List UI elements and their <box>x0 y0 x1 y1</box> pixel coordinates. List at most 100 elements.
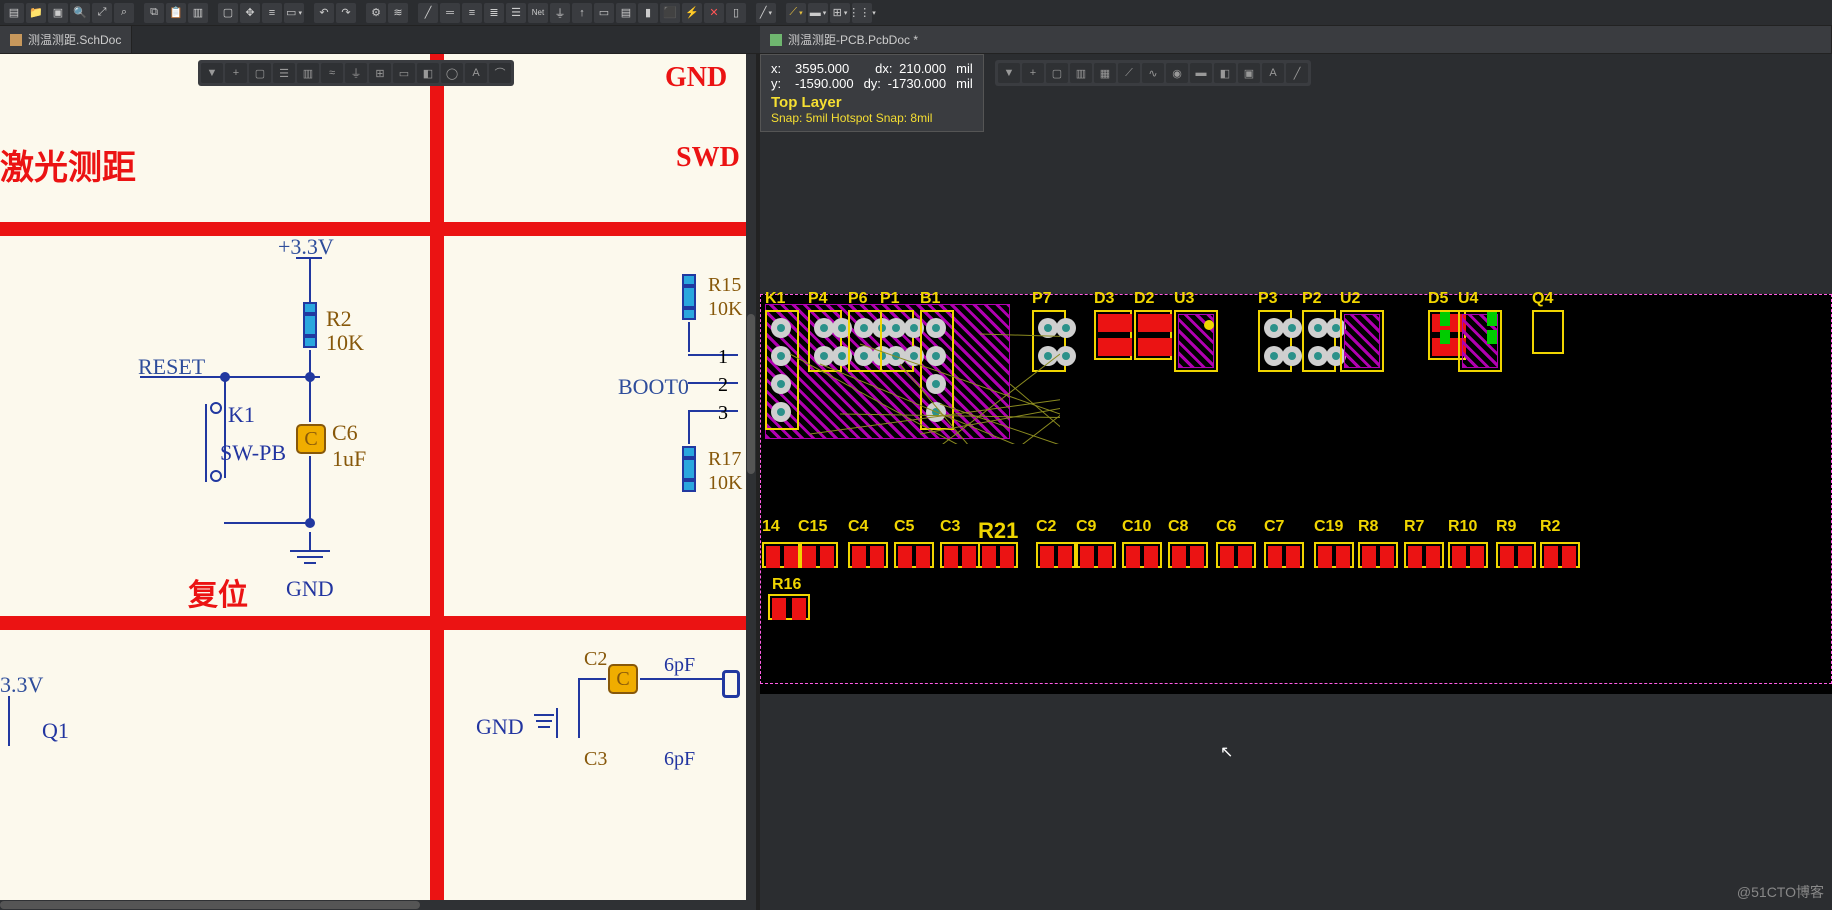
component-r9[interactable] <box>1496 542 1536 568</box>
component-c8[interactable] <box>1168 542 1208 568</box>
component-c3[interactable] <box>940 542 980 568</box>
tool-stack-icon[interactable]: ▥ <box>188 3 208 23</box>
tool-gnd-icon[interactable]: ⏚ <box>550 3 570 23</box>
tool-selection-dropdown[interactable]: ▭ <box>284 3 304 23</box>
component-c7[interactable] <box>1264 542 1304 568</box>
tool-netlabel-icon[interactable]: Net <box>528 3 548 23</box>
component-k1[interactable] <box>765 310 799 430</box>
component-c5[interactable] <box>894 542 934 568</box>
tool-zoom-sel-icon[interactable]: ⌕ <box>114 3 134 23</box>
schematic-editor[interactable]: 激光测距 GND SWD +3.3V R2 10K RESET K1 SW-PB <box>0 54 756 910</box>
tool-harness-icon[interactable]: ▮ <box>638 3 658 23</box>
component-c4[interactable] <box>848 542 888 568</box>
component-r7[interactable] <box>1404 542 1444 568</box>
tab-schematic[interactable]: 测温测距.SchDoc <box>0 26 132 53</box>
pcb-filter-arc-icon[interactable]: ∿ <box>1142 63 1164 83</box>
tool-new-icon[interactable]: ▤ <box>4 3 24 23</box>
tool-directive-icon[interactable]: ▯ <box>726 3 746 23</box>
filter-rect-icon[interactable]: ▢ <box>249 63 271 83</box>
tool-dim-icon[interactable]: ⟋ <box>786 3 806 23</box>
tool-copy-icon[interactable]: ⧉ <box>144 3 164 23</box>
component-b1[interactable] <box>920 310 954 430</box>
tool-open-icon[interactable]: 📁 <box>26 3 46 23</box>
component-c2[interactable] <box>1036 542 1076 568</box>
component-u3[interactable] <box>1174 310 1218 372</box>
component-q4[interactable] <box>1532 310 1564 354</box>
pcb-filter-region-icon[interactable]: ▬ <box>1190 63 1212 83</box>
filter-funnel-icon[interactable]: ▼ <box>201 63 223 83</box>
component-c15[interactable] <box>798 542 838 568</box>
tool-paint-icon[interactable]: ▬ <box>808 3 828 23</box>
component-c6[interactable]: C <box>296 424 326 454</box>
tool-sig-a-icon[interactable]: ≡ <box>462 3 482 23</box>
pcb-filter-line-icon[interactable]: ╱ <box>1286 63 1308 83</box>
pcb-filter-via-icon[interactable]: ◉ <box>1166 63 1188 83</box>
filter-circle-icon[interactable]: ◯ <box>441 63 463 83</box>
component-14[interactable] <box>762 542 802 568</box>
component-d3[interactable] <box>1094 310 1132 360</box>
tool-save-icon[interactable]: ▣ <box>48 3 68 23</box>
tool-undo-icon[interactable]: ↶ <box>314 3 334 23</box>
tool-sig-c-icon[interactable]: ☰ <box>506 3 526 23</box>
tool-port-icon[interactable]: ▭ <box>594 3 614 23</box>
filter-cross-icon[interactable]: + <box>225 63 247 83</box>
component-u2[interactable] <box>1340 310 1384 372</box>
component-p6[interactable] <box>848 310 882 372</box>
filter-wire-icon[interactable]: ≈ <box>321 63 343 83</box>
tab-pcb[interactable]: 测温测距-PCB.PcbDoc * <box>760 26 1832 53</box>
tool-grid-icon[interactable]: ⋮⋮ <box>852 3 872 23</box>
tool-paste-icon[interactable]: 📋 <box>166 3 186 23</box>
pcb-filter-cross-icon[interactable]: + <box>1022 63 1044 83</box>
tool-noerc-icon[interactable]: ⚡ <box>682 3 702 23</box>
component-r21[interactable] <box>978 542 1018 568</box>
filter-gnd-icon[interactable]: ⏚ <box>345 63 367 83</box>
tool-move-icon[interactable]: ✥ <box>240 3 260 23</box>
tool-pwr-icon[interactable]: ↑ <box>572 3 592 23</box>
filter-text-icon[interactable]: A <box>465 63 487 83</box>
pcb-filter-track-icon[interactable]: ⟋ <box>1118 63 1140 83</box>
pcb-filter-room-icon[interactable]: ▣ <box>1238 63 1260 83</box>
tool-zoom-fit-icon[interactable]: ⤢ <box>92 3 112 23</box>
component-d2[interactable] <box>1134 310 1172 360</box>
component-c2[interactable]: C <box>608 664 638 694</box>
tool-sheet-icon[interactable]: ▤ <box>616 3 636 23</box>
pcb-filter-rect-icon[interactable]: ▢ <box>1046 63 1068 83</box>
component-r15[interactable] <box>682 274 696 320</box>
filter-param-icon[interactable]: ⊞ <box>369 63 391 83</box>
component-r8[interactable] <box>1358 542 1398 568</box>
tool-place-part-icon[interactable]: ⚙ <box>366 3 386 23</box>
component-c19[interactable] <box>1314 542 1354 568</box>
pcb-filter-comp-icon[interactable]: ▥ <box>1070 63 1092 83</box>
tool-line-icon[interactable]: ╱ <box>756 3 776 23</box>
component-c10[interactable] <box>1122 542 1162 568</box>
filter-group-icon[interactable]: ☰ <box>273 63 295 83</box>
tool-array-icon[interactable]: ⊞ <box>830 3 850 23</box>
component-r17[interactable] <box>682 446 696 492</box>
tool-sig-b-icon[interactable]: ≣ <box>484 3 504 23</box>
schematic-hscroll[interactable] <box>0 900 756 910</box>
pcb-filter-poly-icon[interactable]: ◧ <box>1214 63 1236 83</box>
component-p1[interactable] <box>880 310 914 372</box>
filter-arc-icon[interactable]: ⌒ <box>489 63 511 83</box>
tool-zoom-icon[interactable]: 🔍 <box>70 3 90 23</box>
pcb-filter-funnel-icon[interactable]: ▼ <box>998 63 1020 83</box>
tool-redo-icon[interactable]: ↷ <box>336 3 356 23</box>
component-p7[interactable] <box>1032 310 1066 372</box>
tool-device-icon[interactable]: ⬛ <box>660 3 680 23</box>
filter-sheetentry-icon[interactable]: ◧ <box>417 63 439 83</box>
component-r16[interactable] <box>768 594 810 620</box>
component-c9[interactable] <box>1076 542 1116 568</box>
component-p2[interactable] <box>1302 310 1336 372</box>
component-p4[interactable] <box>808 310 842 372</box>
component-r10[interactable] <box>1448 542 1488 568</box>
tool-wire-icon[interactable]: ╱ <box>418 3 438 23</box>
pcb-canvas[interactable]: K1P4P6P1B1P7D3D2U3P3P2U2D5U4Q4 14C15C4C5… <box>760 54 1832 910</box>
component-r2[interactable] <box>303 302 317 348</box>
component-r2[interactable] <box>1540 542 1580 568</box>
component-p3[interactable] <box>1258 310 1292 372</box>
pcb-filter-text-icon[interactable]: A <box>1262 63 1284 83</box>
filter-res-icon[interactable]: ▥ <box>297 63 319 83</box>
tool-align-icon[interactable]: ≡ <box>262 3 282 23</box>
schematic-canvas[interactable]: 激光测距 GND SWD +3.3V R2 10K RESET K1 SW-PB <box>0 54 756 910</box>
tool-net-icon[interactable]: ≋ <box>388 3 408 23</box>
